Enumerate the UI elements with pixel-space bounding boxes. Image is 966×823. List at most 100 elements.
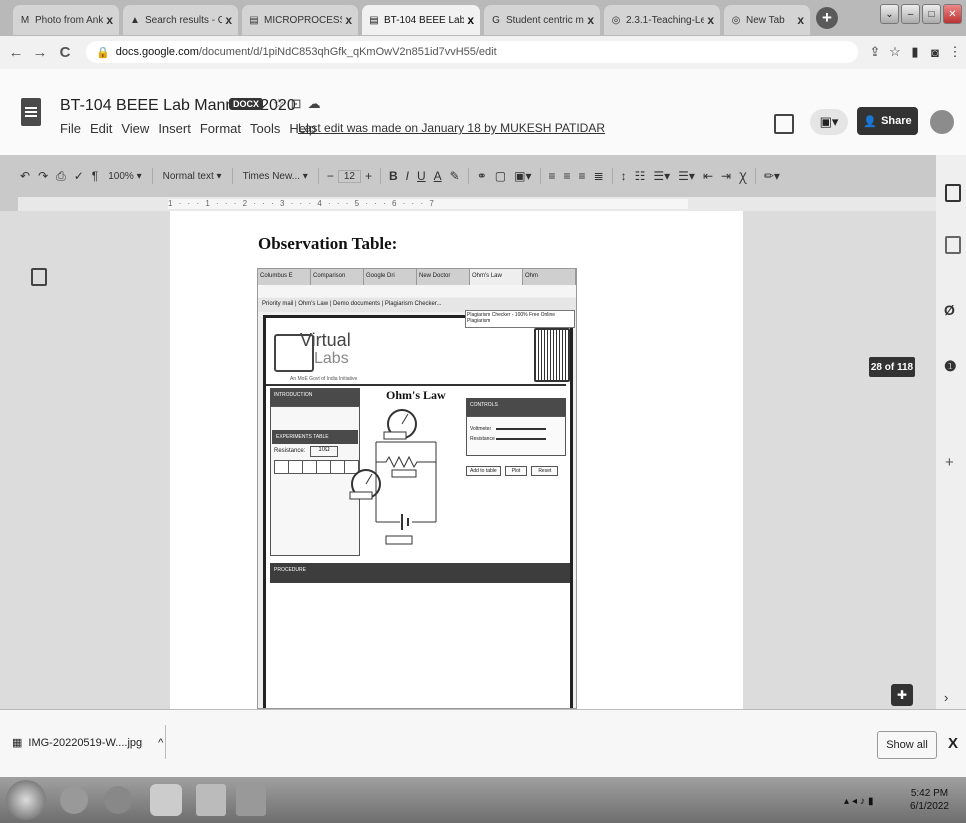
align-left-icon[interactable]: ≡ (545, 169, 560, 183)
calendar-icon[interactable] (945, 184, 961, 202)
browser-tab[interactable]: ◎ New Tab x (724, 5, 810, 35)
profile-icon[interactable]: ◙ (926, 43, 944, 61)
browser-menu-icon[interactable]: ⋮ (946, 43, 964, 61)
text-color-icon[interactable]: A (430, 169, 446, 183)
browser-tab[interactable]: ▤ MICROPROCESSO x (242, 5, 358, 35)
close-tab-icon[interactable]: x (345, 13, 352, 27)
contacts-icon[interactable]: ❶ (944, 358, 957, 375)
clock[interactable]: 5:42 PM 6/1/2022 (910, 787, 949, 813)
align-justify-icon[interactable]: ≣ (590, 169, 608, 183)
menu-view[interactable]: View (121, 121, 149, 136)
sidepanel-icon[interactable]: ▮ (906, 43, 924, 61)
menu-file[interactable]: File (60, 121, 81, 136)
link-icon[interactable]: ⚭ (473, 169, 491, 183)
undo-icon[interactable]: ↶ (16, 169, 34, 183)
highlight-icon[interactable]: ✎ (446, 169, 464, 183)
new-tab-button[interactable]: + (816, 7, 838, 29)
numbered-list-icon[interactable]: ☰▾ (674, 169, 699, 183)
share-page-icon[interactable]: ⇪ (866, 43, 884, 61)
align-right-icon[interactable]: ≡ (575, 169, 590, 183)
maximize-button[interactable]: □ (922, 4, 941, 24)
minimize-button[interactable]: – (901, 4, 920, 24)
bold-icon[interactable]: B (385, 169, 402, 183)
editing-mode-icon[interactable]: ✏▾ (760, 169, 784, 183)
chevron-up-icon[interactable]: ^ (158, 737, 163, 749)
increase-font-size-button[interactable]: + (361, 169, 376, 183)
chrome-taskbar-icon[interactable] (150, 784, 182, 816)
zoom-select[interactable]: 100% ▾ (102, 171, 147, 182)
paint-format-icon[interactable]: ¶ (88, 169, 102, 183)
notepad-icon[interactable] (236, 784, 266, 816)
forward-icon[interactable]: → (30, 42, 50, 62)
explore-icon[interactable]: ✚ (891, 684, 913, 706)
print-icon[interactable]: ⎙ (52, 169, 70, 184)
avatar[interactable] (930, 110, 954, 134)
comment-history-icon[interactable] (774, 114, 794, 134)
browser-tab-active[interactable]: ▤ BT-104 BEEE Lab x (362, 5, 480, 35)
last-edit-link[interactable]: Last edit was made on January 18 by MUKE… (298, 121, 605, 135)
align-center-icon[interactable]: ≡ (560, 169, 575, 183)
menu-insert[interactable]: Insert (158, 121, 191, 136)
font-select[interactable]: Times New... ▾ (237, 171, 314, 182)
tasks-icon[interactable]: Ø (944, 302, 955, 318)
underline-icon[interactable]: U (413, 169, 430, 183)
menu-tools[interactable]: Tools (250, 121, 280, 136)
cloud-status-icon[interactable]: ☁ (308, 96, 327, 111)
download-item[interactable]: ▦ IMG-20220519-W....jpg ^ (12, 736, 163, 750)
redo-icon[interactable]: ↷ (34, 169, 52, 183)
italic-icon[interactable]: I (402, 169, 413, 183)
close-tab-icon[interactable]: x (106, 13, 113, 27)
explorer-icon[interactable] (196, 784, 226, 816)
window-controls: ⌄ – □ ✕ (880, 4, 962, 24)
address-bar[interactable]: 🔒 docs.google.com/document/d/1piNdC853qh… (86, 41, 858, 63)
download-filename: IMG-20220519-W....jpg (28, 736, 143, 749)
move-folder-icon[interactable]: ⊡ (291, 96, 308, 111)
back-icon[interactable]: ← (6, 42, 26, 62)
add-on-icon[interactable]: + (945, 454, 954, 471)
docs-home-icon[interactable] (21, 98, 41, 126)
browser-tab[interactable]: ◎ 2.3.1-Teaching-Le x (604, 5, 720, 35)
share-button[interactable]: 👤 Share (857, 107, 918, 135)
star-icon[interactable]: ☆ (273, 96, 291, 111)
increase-indent-icon[interactable]: ⇥ (717, 169, 735, 183)
start-button[interactable] (6, 780, 46, 820)
clear-formatting-icon[interactable]: Ꭓ (735, 168, 751, 185)
close-downloads-icon[interactable]: X (948, 735, 958, 752)
menu-format[interactable]: Format (200, 121, 241, 136)
reload-icon[interactable]: C (55, 42, 75, 62)
decrease-font-size-button[interactable]: − (323, 169, 338, 183)
keep-icon[interactable] (945, 236, 961, 254)
browser-tab[interactable]: M Photo from Ankit x (13, 5, 119, 35)
embedded-screenshot-image[interactable]: Columbus E Comparison Google Dri New Doc… (257, 268, 577, 709)
meet-button[interactable]: ▣▾ (810, 109, 848, 135)
close-tab-icon[interactable]: x (467, 13, 474, 27)
browser-tab[interactable]: G Student centric m x (484, 5, 600, 35)
outline-icon[interactable] (31, 268, 47, 286)
font-size-input[interactable]: 12 (337, 169, 361, 183)
show-all-button[interactable]: Show all (877, 731, 937, 759)
close-tab-icon[interactable]: x (587, 13, 594, 27)
decrease-indent-icon[interactable]: ⇤ (699, 169, 717, 183)
bulleted-list-icon[interactable]: ☰▾ (649, 169, 674, 183)
close-tab-icon[interactable]: x (797, 13, 804, 27)
line-spacing-icon[interactable]: ↕ (617, 169, 631, 183)
checklist-icon[interactable]: ☷ (631, 169, 650, 183)
close-window-button[interactable]: ✕ (943, 4, 962, 24)
url-path: /document/d/1piNdC853qhGfk_qKmOwV2n851id… (198, 46, 497, 58)
tab-search-icon[interactable]: ⌄ (880, 4, 899, 24)
media-player-icon[interactable] (104, 786, 132, 814)
close-tab-icon[interactable]: x (707, 13, 714, 27)
spellcheck-icon[interactable]: ✓ (70, 169, 88, 183)
expand-side-panel-icon[interactable]: › (944, 690, 948, 705)
ie-icon[interactable] (60, 786, 88, 814)
style-select[interactable]: Normal text ▾ (157, 171, 228, 182)
browser-tab[interactable]: ▲ Search results - G x (123, 5, 238, 35)
formatting-toolbar: ↶ ↷ ⎙ ✓ ¶ 100% ▾ Normal text ▾ Times New… (16, 164, 926, 188)
comment-icon[interactable]: ▢ (491, 169, 510, 183)
system-tray-icons[interactable]: ▴◂♪▮ (844, 796, 877, 807)
close-tab-icon[interactable]: x (225, 13, 232, 27)
menu-edit[interactable]: Edit (90, 121, 112, 136)
ruler[interactable]: 1 · · · 1 · · · 2 · · · 3 · · · 4 · · · … (18, 197, 936, 211)
bookmark-star-icon[interactable]: ☆ (886, 43, 904, 61)
image-icon[interactable]: ▣▾ (510, 169, 535, 183)
